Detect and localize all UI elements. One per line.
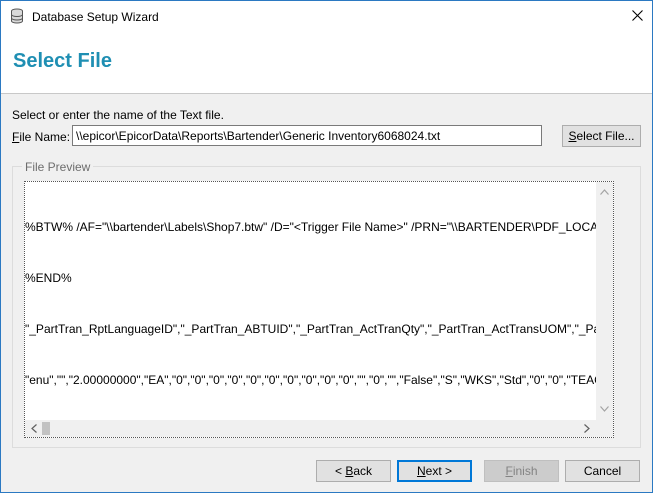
- vertical-scrollbar[interactable]: [596, 182, 613, 420]
- instruction-text: Select or enter the name of the Text fil…: [12, 108, 224, 122]
- preview-line: "enu","","2.00000000","EA","0","0","0","…: [25, 373, 597, 387]
- file-preview-label: File Preview: [22, 160, 94, 174]
- file-preview-content: %BTW% /AF="\\bartender\Labels\Shop7.btw"…: [25, 185, 597, 423]
- scrollbar-corner: [596, 420, 613, 437]
- horizontal-scroll-thumb[interactable]: [42, 422, 50, 435]
- title-bar: Database Setup Wizard: [1, 1, 652, 32]
- file-name-label: File Name:: [12, 130, 71, 144]
- preview-line: "_PartTran_RptLanguageID","_PartTran_ABT…: [25, 322, 597, 336]
- scroll-up-icon[interactable]: [600, 188, 609, 197]
- wizard-header: Select File: [1, 32, 652, 94]
- page-title: Select File: [13, 50, 112, 72]
- scroll-down-icon[interactable]: [600, 405, 609, 414]
- preview-line: %BTW% /AF="\\bartender\Labels\Shop7.btw"…: [25, 220, 597, 234]
- wizard-window: Database Setup Wizard Select File Select…: [0, 0, 653, 493]
- database-icon: [10, 8, 24, 24]
- scroll-left-icon[interactable]: [31, 424, 37, 435]
- cancel-button[interactable]: Cancel: [565, 460, 640, 482]
- select-file-button[interactable]: Select File...: [562, 125, 641, 147]
- scroll-right-icon[interactable]: [584, 424, 590, 435]
- close-button[interactable]: [622, 1, 652, 32]
- horizontal-scrollbar[interactable]: [25, 420, 596, 437]
- close-icon: [631, 9, 643, 24]
- file-preview-textbox[interactable]: %BTW% /AF="\\bartender\Labels\Shop7.btw"…: [24, 181, 614, 438]
- preview-line: %END%: [25, 271, 72, 285]
- next-button[interactable]: Next >: [397, 460, 472, 482]
- file-name-input[interactable]: [72, 125, 542, 146]
- finish-button: Finish: [484, 460, 559, 482]
- back-button[interactable]: < Back: [316, 460, 391, 482]
- window-title: Database Setup Wizard: [32, 10, 159, 24]
